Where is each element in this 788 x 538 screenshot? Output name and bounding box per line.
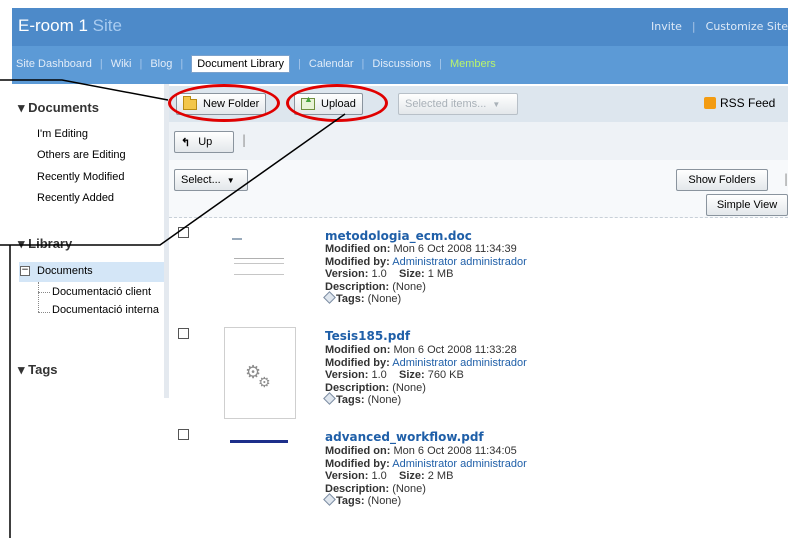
annotation-lines (0, 79, 346, 538)
leader-line (0, 79, 169, 101)
leader-line (0, 113, 346, 246)
